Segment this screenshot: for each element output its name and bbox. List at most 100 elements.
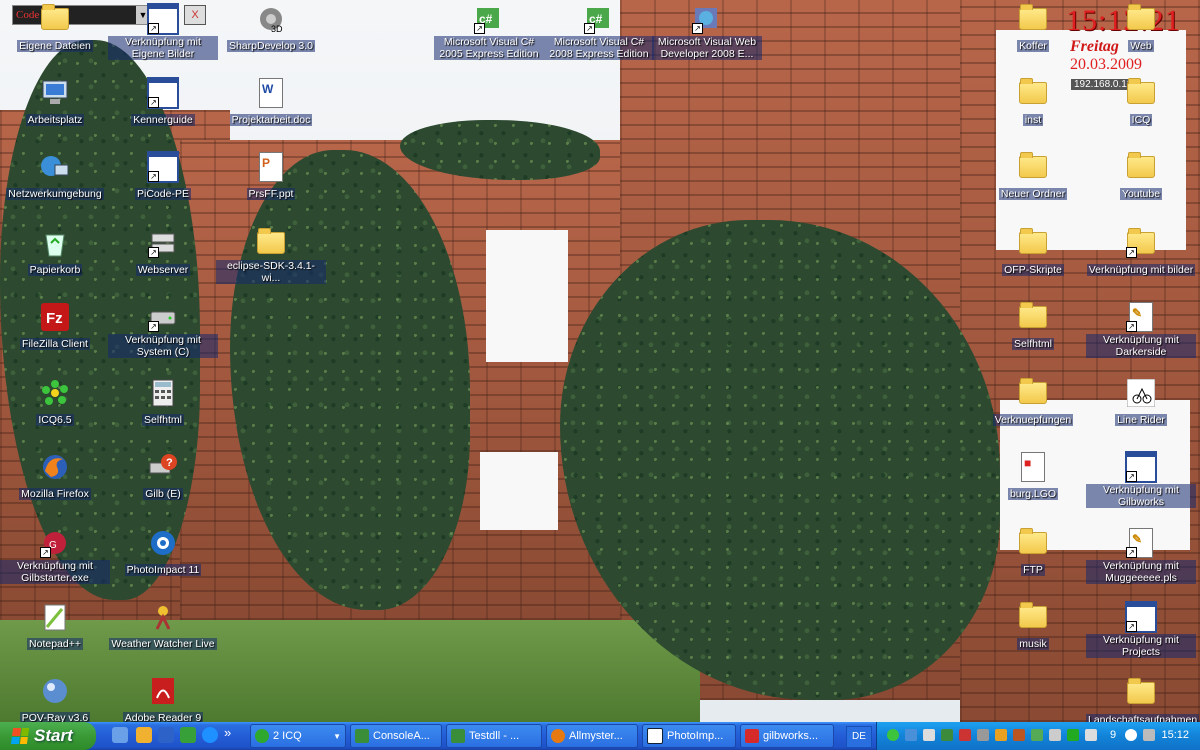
sync-tray-icon[interactable] <box>1085 729 1097 741</box>
folder-docs-icon <box>41 4 69 30</box>
desktop-icon-line-rider[interactable]: Line Rider <box>1086 378 1196 428</box>
window-icon <box>647 728 663 744</box>
icq-tray-icon[interactable] <box>887 729 899 741</box>
desktop-icon-darkerside[interactable]: ✎ ↗ Verknüpfung mit Darkerside <box>1086 302 1196 360</box>
desktop-icon-neuer-ordner[interactable]: Neuer Ordner <box>978 152 1088 202</box>
desktop-icon-icq-folder[interactable]: ICQ <box>1086 78 1196 128</box>
desktop-icon-papierkorb[interactable]: Papierkorb <box>0 228 110 278</box>
desktop-icon-web[interactable]: Web <box>1086 4 1196 54</box>
online-tray-icon[interactable] <box>1067 729 1079 741</box>
recycle-bin-icon <box>45 234 65 257</box>
folder-icon <box>1019 152 1047 178</box>
desktop-icon-koffer[interactable]: Koffer <box>978 4 1088 54</box>
adobe-reader-icon <box>152 678 174 704</box>
taskbar-button-photoimpact[interactable]: PhotoImp... <box>642 724 736 748</box>
chat-tray-icon[interactable] <box>1031 729 1043 741</box>
quicklaunch-desktop-icon[interactable] <box>112 727 128 743</box>
desktop-icon-gilb-e[interactable]: ? Gilb (E) <box>108 452 218 502</box>
filezilla-tray-icon[interactable] <box>1013 729 1025 741</box>
update-tray-icon[interactable] <box>941 729 953 741</box>
desktop-icon-gilbstarter[interactable]: G ↗ Verknüpfung mit Gilbstarter.exe <box>0 528 110 586</box>
desktop-icon-eigene-dateien[interactable]: Eigene Dateien <box>0 4 110 54</box>
desktop-icon-inst[interactable]: inst <box>978 78 1088 128</box>
folder-icon <box>1019 78 1047 104</box>
taskbar-button-gilbworks[interactable]: gilbworks... <box>740 724 834 748</box>
desktop-icon-selfhtml-calc[interactable]: Selfhtml <box>108 378 218 428</box>
desktop-icon-projektarbeit[interactable]: W Projektarbeit.doc <box>216 78 326 128</box>
desktop-icon-ofp-skripte[interactable]: OFP-Skripte <box>978 228 1088 278</box>
quicklaunch-ie-icon[interactable] <box>180 727 196 743</box>
svg-text:Fz: Fz <box>46 310 63 327</box>
security-tray-icon[interactable] <box>959 729 971 741</box>
desktop-icon-selfhtml-folder[interactable]: Selfhtml <box>978 302 1088 352</box>
taskbar-button-testdll[interactable]: Testdll - ... <box>446 724 542 748</box>
app-icon <box>451 729 465 743</box>
taskbar-button-consoleapp[interactable]: ConsoleA... <box>350 724 442 748</box>
desktop-icon-picode[interactable]: ↗ PiCode-PE <box>108 151 218 202</box>
quicklaunch-overflow-icon[interactable]: » <box>224 725 231 740</box>
photoimpact-icon <box>151 531 175 555</box>
desktop-icon-landschaftsaufnahmen[interactable]: Landschaftsaufnahmen <box>1086 678 1200 728</box>
desktop-icon-vcsharp-2008[interactable]: c# ↗ Microsoft Visual C# 2008 Express Edi… <box>544 4 654 62</box>
filezilla-icon <box>745 729 759 743</box>
desktop-icon-povray[interactable]: POV-Ray v3.6 <box>0 676 110 726</box>
desktop-icon-kennerguide[interactable]: ↗ Kennerguide <box>108 77 218 128</box>
desktop-icon-notepadpp[interactable]: Notepad++ <box>0 602 110 652</box>
app-tray-icon[interactable] <box>977 729 989 741</box>
chevron-down-icon: ▼ <box>333 731 341 741</box>
desktop-icon-filezilla[interactable]: Fz FileZilla Client <box>0 302 110 352</box>
computer-icon <box>42 80 68 104</box>
desktop-icon-bilder-shortcut[interactable]: ↗ Verknüpfung mit bilder <box>1086 228 1196 278</box>
quicklaunch-browser-icon[interactable] <box>202 727 218 743</box>
svg-text:3D: 3D <box>271 24 283 33</box>
volume-tray-icon[interactable] <box>1049 729 1061 741</box>
powerpoint-icon: P <box>259 152 283 182</box>
desktop-icon-projects[interactable]: ↗ Verknüpfung mit Projects <box>1086 601 1196 660</box>
desktop-icon-vcsharp-2005[interactable]: c# ↗ Microsoft Visual C# 2005 Express Edi… <box>434 4 544 62</box>
desktop-icon-webserver[interactable]: ↗ Webserver <box>108 228 218 278</box>
desktop-icon-photoimpact[interactable]: PhotoImpact 11 <box>108 528 218 578</box>
speaker-tray-icon[interactable] <box>1143 729 1155 741</box>
folder-icon <box>1019 4 1047 30</box>
folder-icon <box>1019 228 1047 254</box>
desktop-icon-system-c[interactable]: ↗ Verknüpfung mit System (C) <box>108 302 218 360</box>
desktop-icon-vweb-developer[interactable]: ↗ Microsoft Visual Web Developer 2008 E.… <box>652 4 762 62</box>
shield-tray-icon[interactable] <box>995 729 1007 741</box>
monitor-tray-icon[interactable] <box>923 729 935 741</box>
taskbar-button-allmyster[interactable]: Allmyster... <box>546 724 638 748</box>
language-indicator[interactable]: DE <box>846 726 872 748</box>
taskbar-button-icq[interactable]: 2 ICQ ▼ <box>250 724 346 748</box>
desktop-icon-muggeeeee[interactable]: ✎ ↗ Verknüpfung mit Muggeeeee.pls <box>1086 528 1196 586</box>
info-tray-icon[interactable] <box>1125 729 1137 741</box>
desktop-icon-firefox[interactable]: Mozilla Firefox <box>0 452 110 502</box>
desktop-icon-verknuepfungen[interactable]: Verknuepfungen <box>978 378 1088 428</box>
tray-count: 9 <box>1110 729 1117 741</box>
desktop-icon-eigene-bilder[interactable]: ↗ Verknüpfung mit Eigene Bilder <box>108 3 218 62</box>
desktop-icon-sharpdevelop[interactable]: 3D SharpDevelop 3.0 <box>216 4 326 54</box>
desktop-icon-ftp[interactable]: FTP <box>978 528 1088 578</box>
taskbar-clock[interactable]: 15:12 <box>1161 729 1189 741</box>
desktop-icon-youtube[interactable]: Youtube <box>1086 152 1196 202</box>
folder-icon <box>1127 78 1155 104</box>
desktop-icon-weather-watcher[interactable]: Weather Watcher Live <box>108 602 218 652</box>
desktop-icon-adobe-reader[interactable]: Adobe Reader 9 <box>108 676 218 726</box>
desktop-icon-eclipse-sdk[interactable]: eclipse-SDK-3.4.1-wi... <box>216 228 326 286</box>
folder-icon <box>1127 4 1155 30</box>
desktop-icon-burg-lgo[interactable]: ■ burg.LGO <box>978 452 1088 502</box>
desktop-icon-arbeitsplatz[interactable]: Arbeitsplatz <box>0 78 110 128</box>
desktop-icon-icq[interactable]: ICQ6.5 <box>0 378 110 428</box>
line-rider-icon <box>1127 379 1155 407</box>
desktop-icon-prsff[interactable]: P PrsFF.ppt <box>216 152 326 202</box>
calculator-icon <box>152 379 174 407</box>
desktop-icon-gilbworks[interactable]: ↗ Verknüpfung mit Gilbworks <box>1086 451 1196 510</box>
desktop-icon-musik[interactable]: musik <box>978 602 1088 652</box>
quicklaunch-user-icon[interactable] <box>158 727 174 743</box>
folder-icon <box>1019 602 1047 628</box>
quicklaunch-edit-icon[interactable] <box>136 727 152 743</box>
folder-icon <box>1019 378 1047 404</box>
start-button[interactable]: Start <box>0 722 96 750</box>
desktop-icon-netzwerkumgebung[interactable]: Netzwerkumgebung <box>0 152 110 202</box>
word-doc-icon: W <box>259 78 283 108</box>
folder-icon <box>1019 302 1047 328</box>
network-tray-icon[interactable] <box>905 729 917 741</box>
